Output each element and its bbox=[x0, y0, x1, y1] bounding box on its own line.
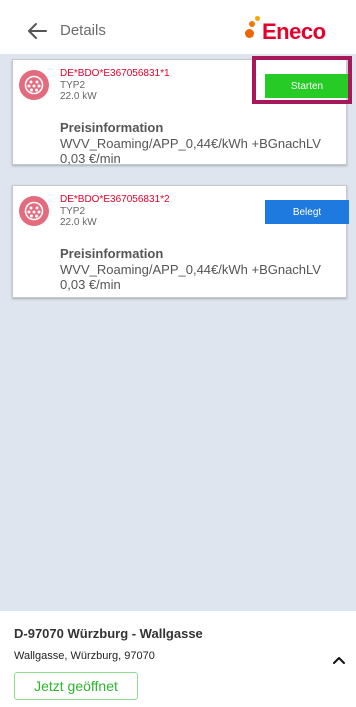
connector-power: 22.0 kW bbox=[60, 217, 97, 228]
logo-dot-icon bbox=[255, 16, 260, 21]
station-title: D-97070 Würzburg - Wallgasse bbox=[14, 626, 203, 641]
station-info-panel: D-97070 Würzburg - Wallgasse Wallgasse, … bbox=[0, 611, 356, 707]
connector-power: 22.0 kW bbox=[60, 91, 97, 102]
price-tariff-line: WVV_Roaming/APP_0,44€/kWh +BGnachLV bbox=[60, 262, 321, 277]
price-tariff: WVV_Roaming/APP_0,44€/kWh +BGnachLV 0,03… bbox=[60, 262, 321, 292]
connector-card: DE*BDO*E367056831*2 TYP2 22.0 kW Belegt … bbox=[12, 185, 349, 298]
chevron-up-icon[interactable] bbox=[332, 653, 346, 667]
price-heading: Preisinformation bbox=[60, 120, 164, 135]
price-per-minute: 0,03 €/min bbox=[60, 277, 121, 292]
app-header: Details Eneco bbox=[0, 0, 356, 54]
price-tariff-line: WVV_Roaming/APP_0,44€/kWh +BGnachLV bbox=[60, 136, 321, 151]
connector-id: DE*BDO*E367056831*1 bbox=[60, 68, 170, 79]
connector-type: TYP2 bbox=[60, 206, 86, 217]
occupied-status-button[interactable]: Belegt bbox=[265, 200, 349, 224]
eneco-logo: Eneco bbox=[244, 16, 344, 48]
start-button-highlight bbox=[252, 56, 352, 104]
price-heading: Preisinformation bbox=[60, 246, 164, 261]
page-title: Details bbox=[60, 22, 106, 39]
connector-list-area: DE*BDO*E367056831*1 TYP2 22.0 kW Starten… bbox=[0, 54, 356, 611]
logo-dot-icon bbox=[249, 21, 255, 27]
type2-plug-icon bbox=[19, 70, 49, 100]
back-arrow-icon[interactable] bbox=[26, 20, 48, 42]
station-address: Wallgasse, Würzburg, 97070 bbox=[14, 650, 155, 662]
brand-name: Eneco bbox=[262, 19, 326, 44]
connector-id: DE*BDO*E367056831*2 bbox=[60, 194, 170, 205]
type2-plug-icon bbox=[19, 196, 49, 226]
price-tariff: WVV_Roaming/APP_0,44€/kWh +BGnachLV 0,03… bbox=[60, 136, 321, 166]
logo-dot-icon bbox=[245, 29, 254, 38]
price-per-minute: 0,03 €/min bbox=[60, 151, 121, 166]
connector-type: TYP2 bbox=[60, 80, 86, 91]
open-now-button[interactable]: Jetzt geöffnet bbox=[14, 672, 138, 700]
